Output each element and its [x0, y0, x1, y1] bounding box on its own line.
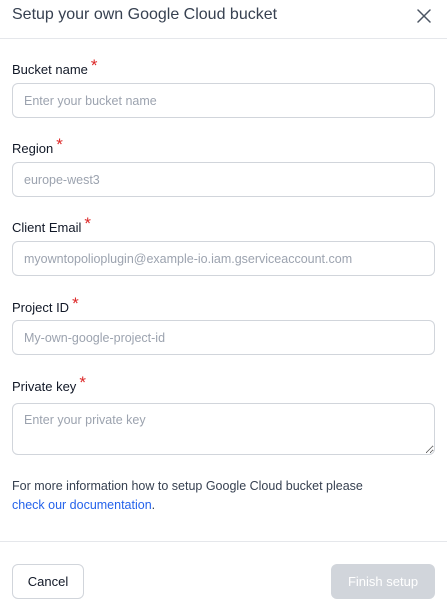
- help-text-body: For more information how to setup Google…: [12, 479, 363, 493]
- client-email-input[interactable]: [12, 241, 435, 276]
- dialog-title: Setup your own Google Cloud bucket: [12, 6, 278, 23]
- documentation-link[interactable]: check our documentation: [12, 498, 152, 512]
- required-marker: *: [72, 294, 79, 313]
- required-marker: *: [84, 214, 91, 233]
- bucket-name-input[interactable]: [12, 83, 435, 118]
- setup-bucket-dialog: Setup your own Google Cloud bucket Bucke…: [0, 0, 447, 609]
- private-key-label: Private key *: [12, 374, 86, 395]
- private-key-textarea[interactable]: [12, 403, 435, 455]
- close-icon: [417, 9, 431, 23]
- dialog-footer: Cancel Finish setup: [0, 541, 447, 609]
- client-email-label-text: Client Email: [12, 220, 82, 235]
- dialog-header: Setup your own Google Cloud bucket: [0, 0, 447, 39]
- required-marker: *: [79, 373, 86, 392]
- finish-setup-button[interactable]: Finish setup: [331, 564, 435, 599]
- required-marker: *: [56, 135, 63, 154]
- client-email-label: Client Email *: [12, 215, 91, 236]
- bucket-name-label-text: Bucket name: [12, 62, 88, 77]
- help-text-period: .: [151, 498, 156, 512]
- project-id-input[interactable]: [12, 320, 435, 355]
- region-label: Region *: [12, 136, 63, 157]
- project-id-label-text: Project ID: [12, 300, 70, 315]
- region-input[interactable]: [12, 162, 435, 197]
- region-label-text: Region: [12, 141, 54, 156]
- private-key-label-text: Private key: [12, 379, 77, 394]
- help-text: For more information how to setup Google…: [12, 477, 432, 515]
- bucket-name-label: Bucket name *: [12, 57, 98, 78]
- cancel-button[interactable]: Cancel: [12, 564, 84, 599]
- project-id-label: Project ID *: [12, 295, 79, 316]
- close-button[interactable]: [412, 6, 436, 26]
- required-marker: *: [90, 56, 98, 75]
